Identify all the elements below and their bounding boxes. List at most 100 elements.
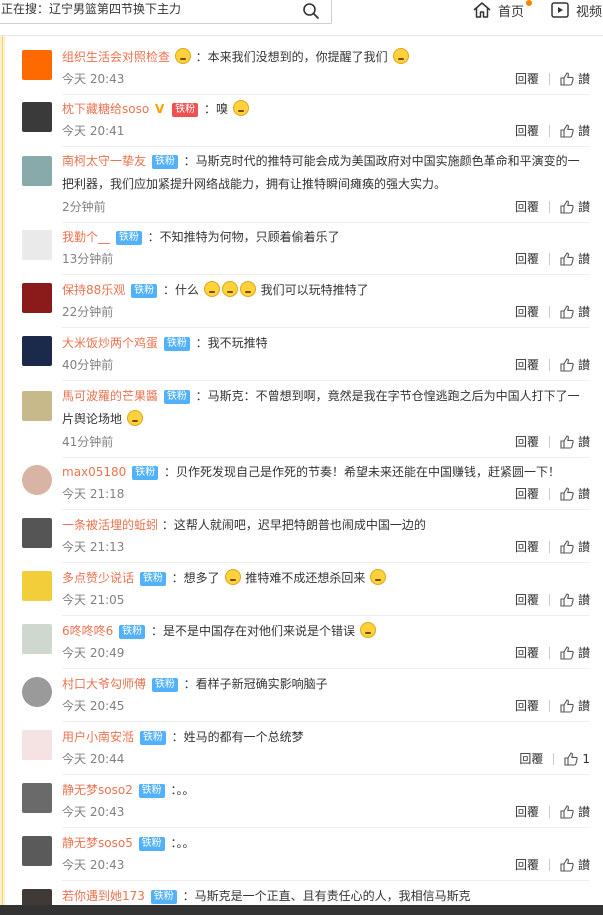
nav-home[interactable]: 首页 — [472, 0, 524, 20]
comment-time: 41分钟前 — [62, 435, 114, 449]
comment-actions: 回覆 讃 — [515, 697, 590, 714]
reply-button[interactable]: 回覆 — [515, 250, 539, 267]
divider — [548, 358, 550, 371]
avatar[interactable] — [22, 230, 52, 260]
comment-username[interactable]: 用户小南安湉 — [62, 730, 134, 744]
comment-text: ：这帮人就闹吧，迟早把特朗普也闹成中国一边的 — [161, 518, 426, 532]
comment-time: 22分钟前 — [62, 305, 114, 319]
comment-body: 村口大爷勾师傅 铁粉 ：看样子新冠确实影响脑子 — [62, 673, 588, 696]
reply-button[interactable]: 回覆 — [515, 356, 539, 373]
reply-button[interactable]: 回覆 — [515, 697, 539, 714]
reply-button[interactable]: 回覆 — [515, 644, 539, 661]
comment-username[interactable]: 一条被活埋的蚯蚓 — [62, 518, 158, 532]
avatar[interactable] — [22, 624, 52, 654]
avatar[interactable] — [22, 518, 52, 548]
reply-button[interactable]: 回覆 — [515, 856, 539, 873]
avatar[interactable] — [22, 465, 52, 495]
reply-button[interactable]: 回覆 — [515, 433, 539, 450]
comment-time: 今天 20:44 — [62, 752, 125, 766]
nav-video[interactable]: 视频 — [550, 0, 602, 20]
divider — [548, 435, 550, 448]
like-button[interactable]: 讃 — [560, 856, 590, 873]
comment-username[interactable]: 若你遇到她173 — [62, 889, 145, 903]
emoji-icon — [203, 281, 220, 297]
like-button[interactable]: 1 — [564, 752, 590, 766]
fan-badge: 铁粉 — [150, 890, 177, 904]
like-button[interactable]: 讃 — [560, 122, 590, 139]
comment-username[interactable]: 我勤个__ — [62, 230, 110, 244]
comment-username[interactable]: 南柯太守一挚友 — [62, 154, 146, 168]
like-button[interactable]: 讃 — [560, 591, 590, 608]
avatar[interactable] — [22, 156, 52, 186]
like-button[interactable]: 讃 — [560, 70, 590, 87]
comment-username[interactable]: max05180 — [62, 465, 126, 479]
divider — [548, 305, 550, 318]
divider — [548, 646, 550, 659]
search-input[interactable]: 正在搜：辽宁男篮第四节换下主力 — [0, 0, 332, 24]
reply-button[interactable]: 回覆 — [515, 538, 539, 555]
reply-button[interactable]: 回覆 — [515, 303, 539, 320]
reply-button[interactable]: 回覆 — [515, 803, 539, 820]
comment-body: 我勤个__ 铁粉 ：不知推特为何物，只顾着偷着乐了 — [62, 226, 588, 249]
reply-button[interactable]: 回覆 — [515, 485, 539, 502]
comment-username[interactable]: 多点赞少说话 — [62, 571, 134, 585]
avatar[interactable] — [22, 391, 52, 421]
comment-body: 组织生活会对照检查 ：本来我们没想到的，你提醒了我们 — [62, 46, 588, 69]
reply-button[interactable]: 回覆 — [515, 198, 539, 215]
like-button[interactable]: 讃 — [560, 538, 590, 555]
like-button[interactable]: 讃 — [560, 303, 590, 320]
comment-username[interactable]: 静无梦soso5 — [62, 836, 133, 850]
comment-username[interactable]: 静无梦soso2 — [62, 783, 133, 797]
avatar[interactable] — [22, 50, 52, 80]
comment-text: ：想多了 — [171, 571, 220, 585]
comment-username[interactable]: 6咚咚咚6 — [62, 624, 113, 638]
row-divider — [62, 327, 590, 328]
row-divider — [62, 380, 590, 381]
like-button[interactable]: 讃 — [560, 433, 590, 450]
like-button[interactable]: 讃 — [560, 644, 590, 661]
reply-button[interactable]: 回覆 — [519, 750, 543, 767]
comment-body: 静无梦soso5 铁粉 ：。。 — [62, 832, 588, 855]
comment-actions: 回覆 讃 — [515, 856, 590, 873]
search-icon[interactable] — [301, 1, 321, 21]
fan-badge: 铁粉 — [119, 625, 146, 639]
avatar[interactable] — [22, 783, 52, 813]
like-button[interactable]: 讃 — [560, 356, 590, 373]
emoji-icon — [221, 281, 238, 297]
avatar[interactable] — [22, 102, 52, 132]
like-button[interactable]: 讃 — [560, 485, 590, 502]
avatar[interactable] — [22, 571, 52, 601]
comment-username[interactable]: 大米饭炒两个鸡蛋 — [62, 336, 158, 350]
like-label: 讃 — [577, 805, 590, 819]
avatar[interactable] — [22, 836, 52, 866]
reply-button[interactable]: 回覆 — [515, 70, 539, 87]
like-label: 讃 — [577, 358, 590, 372]
avatar[interactable] — [22, 730, 52, 760]
fan-badge: 铁粉 — [138, 784, 165, 798]
avatar[interactable] — [22, 283, 52, 313]
like-button[interactable]: 讃 — [560, 697, 590, 714]
comment-username[interactable]: 村口大爷勾师傅 — [62, 677, 146, 691]
avatar[interactable] — [22, 336, 52, 366]
like-label: 讃 — [577, 72, 590, 86]
comment-time: 2分钟前 — [62, 200, 106, 214]
reply-button[interactable]: 回覆 — [515, 122, 539, 139]
comment-body: 多点赞少说话 铁粉 ：想多了 推特难不成还想杀回来 — [62, 567, 588, 590]
comment-text: ：是不是中国存在对他们来说是个错误 — [150, 624, 355, 638]
comment-username[interactable]: 组织生活会对照检查 — [62, 50, 170, 64]
comment-username[interactable]: 枕下藏糖给soso — [62, 102, 149, 116]
emoji-icon — [370, 569, 387, 585]
reply-button[interactable]: 回覆 — [515, 591, 539, 608]
like-label: 讃 — [577, 593, 590, 607]
comment-time: 今天 20:49 — [62, 646, 125, 660]
comment-text-2: 推特难不成还想杀回来 — [245, 571, 366, 585]
like-button[interactable]: 讃 — [560, 803, 590, 820]
like-button[interactable]: 讃 — [560, 250, 590, 267]
like-button[interactable]: 讃 — [560, 198, 590, 215]
comment-username[interactable]: 馬可波羅的芒果醬 — [62, 389, 158, 403]
fan-badge: 铁粉 — [163, 390, 190, 404]
avatar[interactable] — [22, 677, 52, 707]
comment-time: 今天 20:43 — [62, 858, 125, 872]
comment-body: 一条被活埋的蚯蚓 ：这帮人就闹吧，迟早把特朗普也闹成中国一边的 — [62, 514, 588, 537]
comment-username[interactable]: 保持88乐观 — [62, 283, 125, 297]
